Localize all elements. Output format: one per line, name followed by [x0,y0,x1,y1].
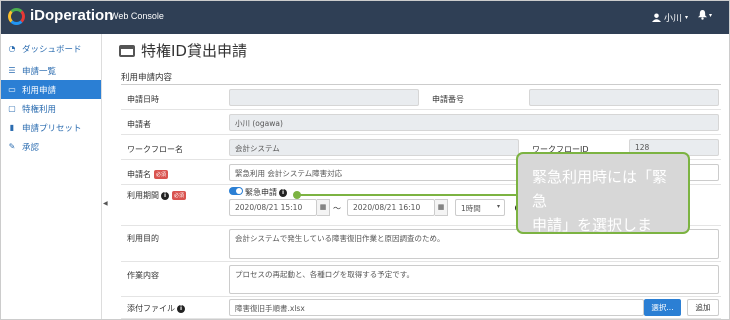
sidebar-item-label: 特権利用 [22,104,57,115]
sidebar-item-label: 利用申請 [22,85,57,96]
work-label: 作業内容 [127,271,159,280]
sidebar-item-label: 申請一覧 [22,66,57,77]
page-title: 特権ID貸出申請 [119,40,247,61]
end-datetime-input[interactable]: 2020/08/21 16:10 [347,199,435,216]
bookmark-icon: ▮ [9,123,15,132]
required-badge: 必須 [172,191,187,200]
sidebar-item-approval[interactable]: ✎ 承認 [0,137,101,156]
form-row-work: 作業内容 プロセスの再起動と、各種ログを取得する予定です。 [121,262,721,297]
user-name: 小川 [664,14,683,24]
inbox-icon [119,44,135,57]
sidebar-item-privileged-use[interactable]: ▢ 特権利用 [0,99,101,118]
chevron-down-icon: ▾ [685,14,689,21]
workflow-name-field: 会計システム [229,139,519,156]
form-row-attachment: 添付ファイル i 障害復旧手順書.xlsx 選択... 追加 [121,297,721,319]
applicant-label: 申請者 [127,120,151,129]
chevron-down-icon: ▾ [709,11,713,19]
page-title-text: 特権ID貸出申請 [141,42,247,60]
attachment-filename: 障害復旧手順書.xlsx [229,299,644,316]
apply-name-label: 申請名 必須 [127,170,169,179]
callout-line-1: 緊急利用時には「緊急 [532,168,668,210]
bell-icon [698,10,707,20]
section-title: 利用申請内容 [121,73,173,83]
sidebar-item-request-list[interactable]: ☰ 申請一覧 [0,61,101,80]
range-separator: 〜 [333,204,341,213]
sidebar-item-label: ダッシュボード [22,44,82,55]
sidebar-item-usage-request[interactable]: ▭ 利用申請 [0,80,101,99]
monitor-icon: ▢ [8,104,16,113]
sidebar-item-dashboard[interactable]: ◔ ダッシュボード [0,39,101,58]
user-icon [652,13,661,22]
info-icon: i [161,191,169,200]
required-badge: 必須 [154,170,169,179]
list-icon: ☰ [8,66,16,75]
apply-date-field [229,89,419,106]
chevron-down-icon: ▾ [496,203,500,210]
inbox-icon: ▭ [8,85,16,94]
apply-date-label: 申請日時 [127,95,159,104]
callout-pointer-line [298,194,516,196]
apply-no-label: 申請番号 [432,95,464,104]
purpose-label: 利用目的 [127,234,159,243]
applicant-field: 小川 (ogawa) [229,114,719,131]
brand-name[interactable]: iDoperation [30,7,113,24]
callout-pointer-dot [293,191,301,199]
sidebar-item-label: 承認 [22,142,40,153]
top-navbar: iDoperation Web Console 小川 ▾ ▾ [0,0,730,34]
emergency-label: 緊急申請 i [245,187,287,198]
user-menu[interactable]: 小川 ▾ [652,11,688,24]
brand-subtitle: Web Console [110,11,164,21]
sidebar-collapse-handle[interactable]: ◀ [103,200,108,207]
annotation-callout: 緊急利用時には「緊急 申請」を選択します。 [516,152,690,258]
add-file-button[interactable]: 追加 [687,299,719,316]
callout-line-2: 申請」を選択します。 [532,216,653,258]
select-file-button[interactable]: 選択... [644,299,681,316]
apply-no-field [529,89,719,106]
info-icon: i [177,304,185,313]
workflow-name-label: ワークフロー名 [127,145,183,154]
calendar-icon[interactable]: ▦ [435,199,448,216]
form-row-applicant: 申請者 小川 (ogawa) [121,110,721,135]
form-row-apply-date: 申請日時 申請番号 [121,85,721,110]
start-datetime-input[interactable]: 2020/08/21 15:10 [229,199,317,216]
period-label: 利用期間 i 必須 [127,191,187,200]
sidebar-item-label: 申請プリセット [22,123,82,134]
dashboard-icon: ◔ [8,44,16,53]
sidebar-item-request-preset[interactable]: ▮ 申請プリセット [0,118,101,137]
notification-menu[interactable]: ▾ [698,10,712,20]
duration-select[interactable]: 1時間 ▾ [455,199,505,216]
sidebar: ◔ ダッシュボード ☰ 申請一覧 ▭ 利用申請 ▢ 特権利用 ▮ 申請プリセット… [0,34,102,320]
emergency-toggle[interactable] [229,187,243,195]
brand-logo-icon [8,8,25,25]
calendar-icon[interactable]: ▦ [317,199,330,216]
info-icon: i [279,188,287,197]
edit-icon: ✎ [8,142,16,151]
work-textarea[interactable]: プロセスの再起動と、各種ログを取得する予定です。 [229,265,719,294]
attachment-label: 添付ファイル i [127,303,185,314]
